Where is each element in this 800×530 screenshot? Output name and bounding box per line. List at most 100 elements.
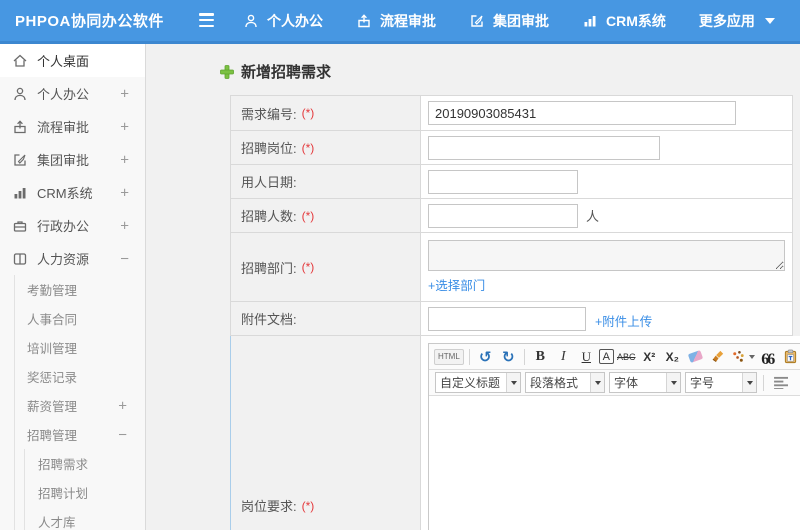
sidebar-item-hr-contract[interactable]: 人事合同 [15, 304, 145, 333]
attachment-input[interactable] [428, 306, 586, 331]
undo-icon[interactable]: ↺ [475, 347, 496, 367]
position-input[interactable] [428, 135, 660, 160]
redo-icon[interactable]: ↻ [498, 347, 519, 367]
upload-attachment-link[interactable]: +附件上传 [595, 311, 652, 330]
sidebar: 个人桌面 个人办公 + 流程审批 + 集团审批 + CRM系统 + 行政办公 + [0, 44, 146, 530]
form-row-attachment: 附件文档: +附件上传 [230, 302, 793, 336]
select-dept-link[interactable]: +选择部门 [428, 275, 785, 294]
count-unit: 人 [586, 209, 600, 224]
page-title: 新增招聘需求 [220, 61, 331, 82]
paste-icon[interactable] [780, 347, 800, 367]
nav-group-approval[interactable]: 集团审批 [469, 11, 549, 31]
subscript-button[interactable]: X₂ [662, 347, 683, 367]
nav-label: CRM系统 [606, 12, 666, 29]
editor-toolbar-row2: 自定义标题 段落格式 字体 字号 [429, 370, 800, 396]
sidebar-item-admin-office[interactable]: 行政办公 + [0, 209, 145, 242]
sidebar-item-personal-office[interactable]: 个人办公 + [0, 77, 145, 110]
strikethrough-button[interactable]: ABC [616, 347, 637, 367]
eraser-icon[interactable] [685, 347, 706, 367]
required-mark: (*) [301, 140, 315, 155]
expand-toggle[interactable]: + [120, 151, 129, 168]
custom-heading-select[interactable]: 自定义标题 [435, 372, 521, 393]
sidebar-item-recruit-plan[interactable]: 招聘计划 [25, 478, 145, 507]
page-title-text: 新增招聘需求 [241, 64, 332, 81]
nav-more-apps[interactable]: 更多应用 [699, 11, 775, 31]
sidebar-item-label: 流程审批 [37, 120, 90, 135]
select-arrow-icon [742, 373, 756, 392]
sidebar-item-label: 集团审批 [37, 153, 90, 168]
sidebar-item-personal-desktop[interactable]: 个人桌面 [0, 44, 145, 77]
editor-toolbar-row1: HTML ↺ ↻ B I U A ABC X² X₂ 66 [429, 344, 800, 370]
sidebar-item-talent-pool[interactable]: 人才库 [25, 507, 145, 530]
top-bar: PHPOA协同办公软件 个人办公 流程审批 集团审批 CRM系统 更多应用 [0, 0, 800, 41]
top-navigation: 个人办公 流程审批 集团审批 CRM系统 更多应用 [243, 0, 775, 41]
html-source-button[interactable]: HTML [434, 348, 464, 365]
toolbar-separator [468, 348, 470, 365]
select-arrow-icon [506, 373, 520, 392]
superscript-button[interactable]: X² [639, 347, 660, 367]
recruit-demand-form: 需求编号: (*) 招聘岗位: (*) 用人日期: [230, 95, 800, 530]
italic-button[interactable]: I [553, 347, 574, 367]
sidebar-item-training[interactable]: 培训管理 [15, 333, 145, 362]
expand-toggle[interactable]: − [118, 426, 127, 443]
underline-button[interactable]: U [576, 347, 597, 367]
form-row-requirement: 岗位要求: (*) HTML ↺ ↻ B I U A ABC X² X₂ 66 … [230, 336, 800, 530]
nav-label: 流程审批 [380, 12, 436, 29]
required-mark: (*) [301, 208, 315, 223]
expand-toggle[interactable]: − [120, 250, 129, 267]
editor-content-area[interactable] [429, 396, 800, 530]
sidebar-item-label: 人事合同 [27, 313, 78, 327]
sidebar-item-recruitment[interactable]: 招聘管理 − [15, 420, 145, 449]
field-label: 用人日期: [231, 165, 421, 198]
sidebar-item-reward-punishment[interactable]: 奖惩记录 [15, 362, 145, 391]
font-size-select[interactable]: 字号 [685, 372, 757, 393]
expand-toggle[interactable]: + [118, 397, 127, 414]
code-input[interactable] [428, 101, 736, 125]
clear-format-broom-icon[interactable] [708, 347, 729, 367]
font-family-select[interactable]: 字体 [609, 372, 681, 393]
nav-personal-office[interactable]: 个人办公 [243, 11, 323, 31]
expand-toggle[interactable]: + [120, 85, 129, 102]
format-painter-icon[interactable] [731, 347, 755, 367]
expand-toggle[interactable]: + [120, 118, 129, 135]
sidebar-item-label: 行政办公 [37, 219, 90, 234]
caret-down-icon [764, 17, 775, 24]
sidebar-item-label: 招聘计划 [38, 487, 89, 501]
sidebar-item-label: 薪资管理 [27, 400, 78, 414]
person-icon [243, 13, 259, 29]
main-content: 新增招聘需求 需求编号: (*) 招聘岗位: (*) 用人 [147, 44, 800, 530]
field-label: 岗位要求: (*) [231, 336, 421, 530]
paragraph-format-select[interactable]: 段落格式 [525, 372, 605, 393]
sidebar-item-crm[interactable]: CRM系统 + [0, 176, 145, 209]
required-mark: (*) [301, 498, 315, 513]
sidebar-item-workflow-approval[interactable]: 流程审批 + [0, 110, 145, 143]
sidebar-item-group-approval[interactable]: 集团审批 + [0, 143, 145, 176]
expand-toggle[interactable]: + [120, 184, 129, 201]
blockquote-button[interactable]: 66 [757, 347, 778, 368]
bold-button[interactable]: B [530, 347, 551, 367]
book-icon [12, 251, 28, 267]
sidebar-item-attendance[interactable]: 考勤管理 [15, 275, 145, 304]
sidebar-item-label: 人力资源 [37, 252, 90, 267]
hamburger-menu-icon[interactable] [199, 13, 214, 27]
form-row-date: 用人日期: [230, 165, 793, 199]
sidebar-item-label: 奖惩记录 [27, 371, 78, 385]
hr-submenu: 考勤管理 人事合同 培训管理 奖惩记录 薪资管理 + 招聘管理 − 招聘需求 招… [14, 275, 145, 530]
bar-chart-icon [582, 13, 598, 29]
required-mark: (*) [301, 260, 315, 274]
date-input[interactable] [428, 169, 578, 194]
nav-label: 更多应用 [698, 12, 755, 29]
nav-crm-system[interactable]: CRM系统 [582, 11, 666, 31]
sidebar-item-salary[interactable]: 薪资管理 + [15, 391, 145, 420]
sidebar-item-hr[interactable]: 人力资源 − [0, 242, 145, 275]
field-label: 招聘岗位: (*) [231, 131, 421, 164]
sidebar-item-recruit-demand[interactable]: 招聘需求 [25, 449, 145, 478]
expand-toggle[interactable]: + [120, 217, 129, 234]
text-border-button[interactable]: A [598, 349, 614, 364]
dept-textarea[interactable] [428, 240, 785, 271]
nav-workflow-approval[interactable]: 流程审批 [356, 11, 436, 31]
count-input[interactable] [428, 203, 578, 228]
caret-down-icon [748, 354, 755, 359]
sidebar-item-label: 培训管理 [27, 342, 78, 356]
align-left-icon[interactable] [771, 373, 792, 393]
